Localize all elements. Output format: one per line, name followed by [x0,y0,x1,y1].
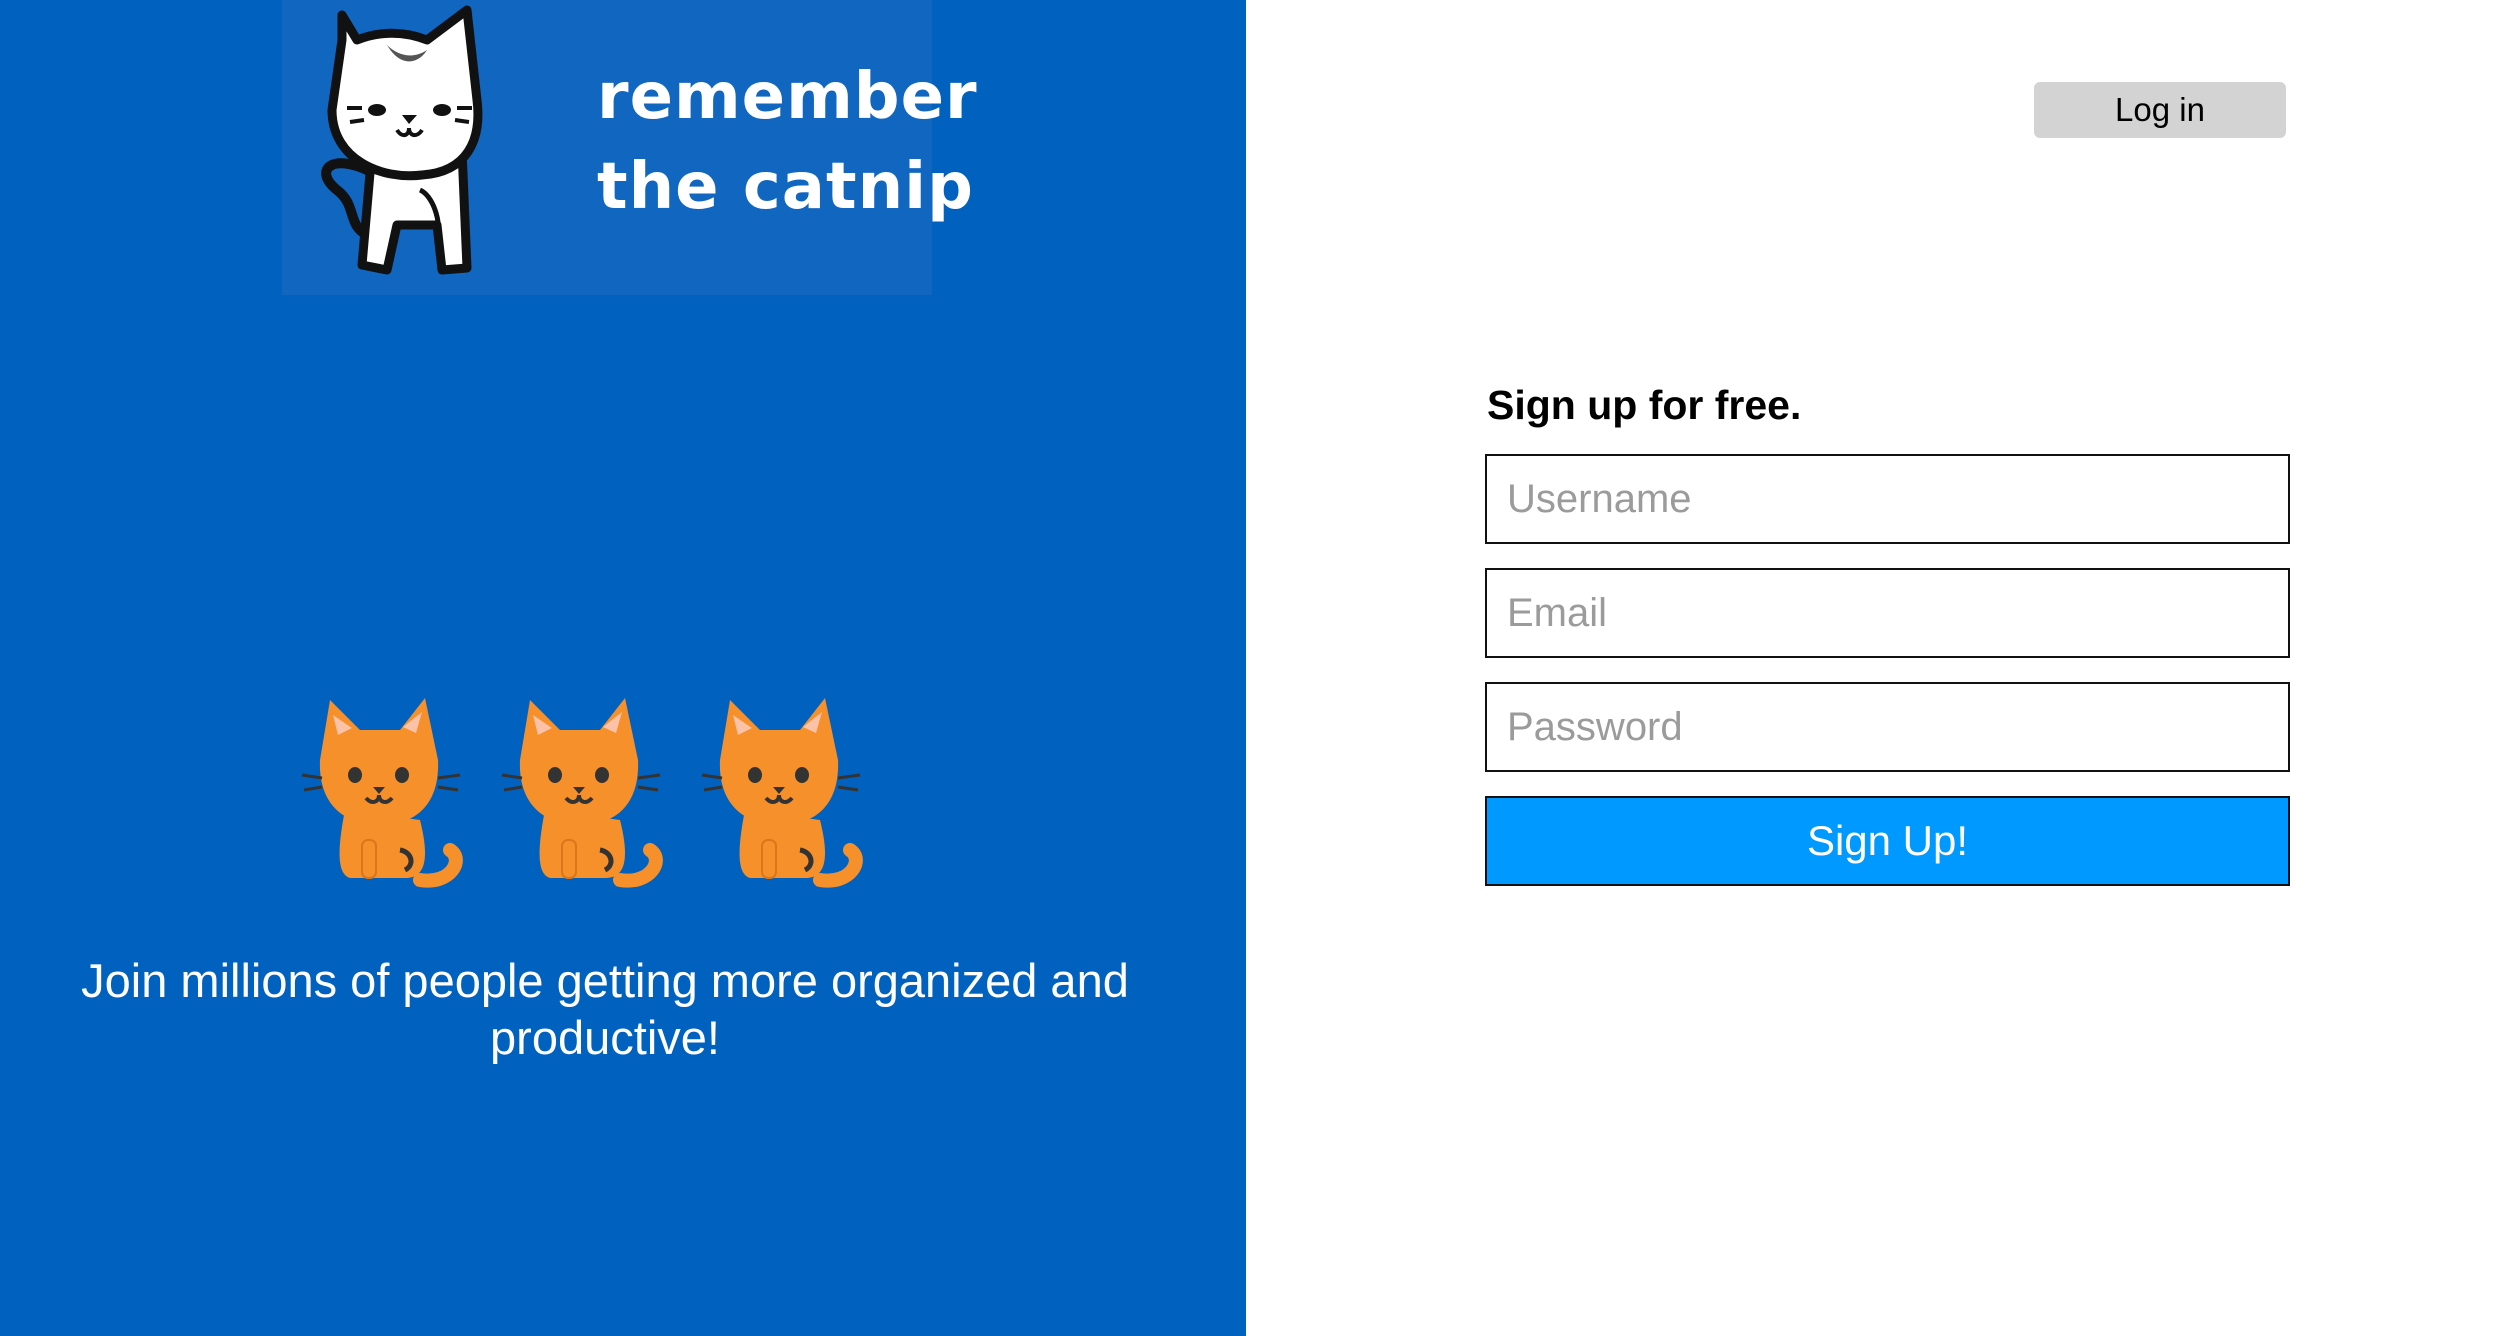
signup-heading: Sign up for free. [1487,382,1802,428]
tagline: Join millions of people getting more org… [81,954,1129,1064]
password-input[interactable] [1485,682,2290,772]
login-button[interactable]: Log in [2034,82,2286,138]
signup-page: remember the catnip Join millions of peo… [0,0,2508,1336]
signup-form: Sign up for free. Sign Up! [1485,380,2290,886]
logo: remember the catnip [282,0,977,295]
white-cat-logo-icon [321,5,483,275]
sign-up-button[interactable]: Sign Up! [1485,796,2290,886]
logo-line-1: remember [597,60,978,134]
brand-panel: remember the catnip Join millions of peo… [0,0,1246,1336]
cat-emoji-row [300,690,880,900]
logo-text: remember the catnip [597,52,978,232]
username-input[interactable] [1485,454,2290,544]
email-input[interactable] [1485,568,2290,658]
cat-emoji-icon [301,698,463,888]
cat-emoji-icon [701,698,863,888]
logo-line-2: the catnip [597,150,974,224]
cat-emoji-icon [501,698,663,888]
